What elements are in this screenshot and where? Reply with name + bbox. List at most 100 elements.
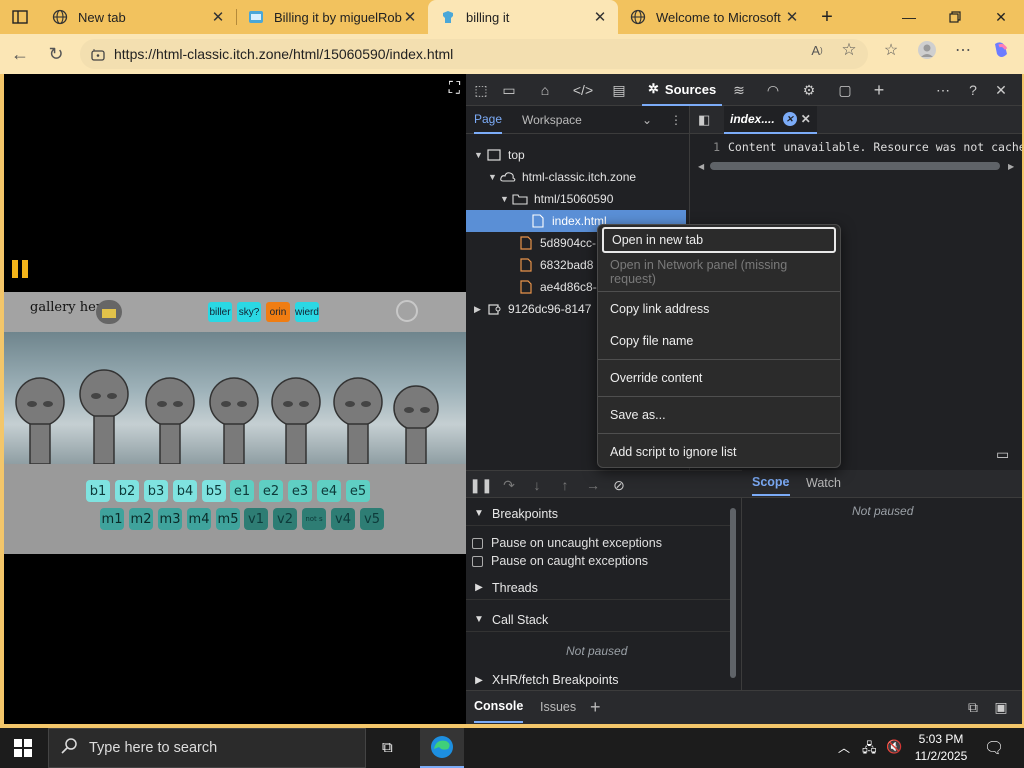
close-drawer-icon[interactable]: ▣ <box>990 697 1012 717</box>
scroll-left-icon[interactable]: ◀ <box>698 162 704 171</box>
application-icon[interactable]: ▢ <box>834 80 856 100</box>
tree-item-script[interactable]: 6832bad8 <box>518 254 593 276</box>
favorites-icon[interactable]: ☆ <box>882 41 900 59</box>
elements-icon[interactable]: </> <box>572 80 594 100</box>
sound-button-m4[interactable]: m4 <box>187 508 211 530</box>
tab-sources[interactable]: ✲ Sources <box>642 74 723 106</box>
tree-item-script[interactable]: ae4d86c8- <box>518 276 597 298</box>
tab-billing-it[interactable]: billing it ✕ <box>428 0 618 34</box>
vertical-scrollbar[interactable] <box>730 508 736 678</box>
sound-button-m5[interactable]: m5 <box>216 508 240 530</box>
inspect-element-icon[interactable]: ⬚ <box>470 80 492 100</box>
close-icon[interactable]: ✕ <box>592 8 608 26</box>
tab-actions-icon[interactable] <box>0 0 40 34</box>
sky-button[interactable]: sky? <box>237 302 261 322</box>
sound-button-not-s[interactable]: not s <box>302 508 326 530</box>
chevron-down-icon[interactable]: ⌄ <box>642 106 652 134</box>
dock-icon[interactable]: ⧉ <box>962 697 984 717</box>
add-drawer-tab-icon[interactable]: + <box>590 691 601 723</box>
tab-console[interactable]: Console <box>474 691 524 723</box>
system-clock[interactable]: 5:03 PM 11/2/2025 <box>908 731 974 765</box>
checkbox-box[interactable] <box>472 555 483 567</box>
xhr-breakpoints-section[interactable]: ▶ XHR/fetch Breakpoints <box>466 668 730 692</box>
taskbar-search-box[interactable]: Type here to search <box>48 728 366 768</box>
menu-override-content[interactable]: Override content <box>602 365 836 391</box>
tree-item-domain[interactable]: ▼ html-classic.itch.zone <box>488 166 636 188</box>
network-wifi-icon[interactable]: ≋ <box>728 80 750 100</box>
address-bar[interactable]: https://html-classic.itch.zone/html/1506… <box>80 39 868 69</box>
menu-copy-file-name[interactable]: Copy file name <box>602 328 836 354</box>
profile-avatar[interactable] <box>916 41 938 59</box>
resume-pause-icon[interactable]: ❚❚ <box>469 475 492 495</box>
close-file-icon[interactable]: ✕ <box>782 112 797 126</box>
device-toggle-icon[interactable]: ▭ <box>498 80 520 100</box>
new-tab-plus-icon[interactable]: + <box>812 0 842 34</box>
notifications-icon[interactable]: 🗨 <box>984 738 1004 758</box>
sound-button-b1[interactable]: b1 <box>86 480 110 502</box>
editor-file-tab[interactable]: index.... ✕ ✕ <box>724 106 817 134</box>
tree-item-extension[interactable]: ▶ 9126dc96-8147 <box>474 298 591 320</box>
menu-open-new-tab[interactable]: Open in new tab <box>602 227 836 253</box>
tree-item-top[interactable]: ▼ top <box>474 144 525 166</box>
more-tools-plus-icon[interactable]: + <box>868 80 890 100</box>
game-canvas[interactable]: ⛶ gallery here biller sky? orin wierd b1… <box>4 74 466 724</box>
sound-button-m3[interactable]: m3 <box>158 508 182 530</box>
sound-button-m1[interactable]: m1 <box>100 508 124 530</box>
edge-taskbar-icon[interactable] <box>420 728 464 768</box>
help-icon[interactable]: ? <box>962 80 984 100</box>
tab-billing-it-by[interactable]: Billing it by miguelRoblo ✕ <box>236 0 428 34</box>
more-options-icon[interactable]: ⋯ <box>932 80 954 100</box>
sound-button-v5[interactable]: v5 <box>360 508 384 530</box>
gallery-folder-icon[interactable] <box>96 300 122 324</box>
minimize-icon[interactable]: — <box>886 0 932 34</box>
tab-scope[interactable]: Scope <box>752 470 790 496</box>
menu-add-ignore-list[interactable]: Add script to ignore list <box>602 439 836 465</box>
performance-icon[interactable]: ◠ <box>762 80 784 100</box>
sound-button-e1[interactable]: e1 <box>230 480 254 502</box>
toggle-navigator-icon[interactable]: ◧ <box>698 112 710 128</box>
back-arrow-icon[interactable]: ← <box>6 40 34 68</box>
sound-button-b5[interactable]: b5 <box>202 480 226 502</box>
pause-caught-checkbox[interactable]: Pause on caught exceptions <box>472 552 648 570</box>
scroll-right-icon[interactable]: ▶ <box>1008 162 1014 171</box>
sound-button-v1[interactable]: v1 <box>244 508 268 530</box>
navigator-more-icon[interactable]: ⋮ <box>670 106 682 134</box>
sound-button-v2[interactable]: v2 <box>273 508 297 530</box>
sound-button-b3[interactable]: b3 <box>144 480 168 502</box>
welcome-home-icon[interactable]: ⌂ <box>534 80 556 100</box>
network-icon[interactable]: 🖧 <box>862 739 877 761</box>
tree-item-script[interactable]: 5d8904cc- <box>518 232 596 254</box>
menu-save-as[interactable]: Save as... <box>602 402 836 428</box>
volume-muted-icon[interactable]: 🔇 <box>886 739 902 755</box>
read-aloud-icon[interactable]: A) <box>808 41 826 59</box>
sound-button-e4[interactable]: e4 <box>317 480 341 502</box>
sound-button-e2[interactable]: e2 <box>259 480 283 502</box>
tree-item-folder[interactable]: ▼ html/15060590 <box>500 188 613 210</box>
tab-new-tab[interactable]: New tab ✕ <box>40 0 236 34</box>
copilot-icon[interactable] <box>990 41 1012 59</box>
sound-button-b2[interactable]: b2 <box>115 480 139 502</box>
horizontal-scrollbar[interactable] <box>710 162 1000 170</box>
step-over-icon[interactable]: ↷ <box>498 475 520 495</box>
refresh-icon[interactable]: ↻ <box>42 40 70 68</box>
console-icon[interactable]: ▤ <box>608 80 630 100</box>
sound-button-m2[interactable]: m2 <box>129 508 153 530</box>
tab-issues[interactable]: Issues <box>540 691 576 723</box>
checkbox-box[interactable] <box>472 537 483 549</box>
call-stack-section[interactable]: ▼ Call Stack <box>466 608 730 632</box>
restore-icon[interactable] <box>932 0 978 34</box>
threads-section[interactable]: ▶ Threads <box>466 576 730 600</box>
more-menu-icon[interactable]: ⋯ <box>954 41 972 59</box>
orin-button[interactable]: orin <box>266 302 290 322</box>
menu-copy-link-address[interactable]: Copy link address <box>602 296 836 322</box>
pause-uncaught-checkbox[interactable]: Pause on uncaught exceptions <box>472 534 662 552</box>
tab-page[interactable]: Page <box>474 106 503 134</box>
tab-welcome-edge[interactable]: Welcome to Microsoft Ed ✕ <box>618 0 810 34</box>
step-into-icon[interactable]: ↓ <box>526 475 548 495</box>
close-icon[interactable]: ✕ <box>210 8 226 26</box>
settings-gear-icon[interactable]: ⚙ <box>798 80 820 100</box>
tab-watch[interactable]: Watch <box>806 470 841 496</box>
step-out-icon[interactable]: ↑ <box>554 475 576 495</box>
wierd-button[interactable]: wierd <box>295 302 319 322</box>
breakpoints-section[interactable]: ▼ Breakpoints <box>466 502 730 526</box>
